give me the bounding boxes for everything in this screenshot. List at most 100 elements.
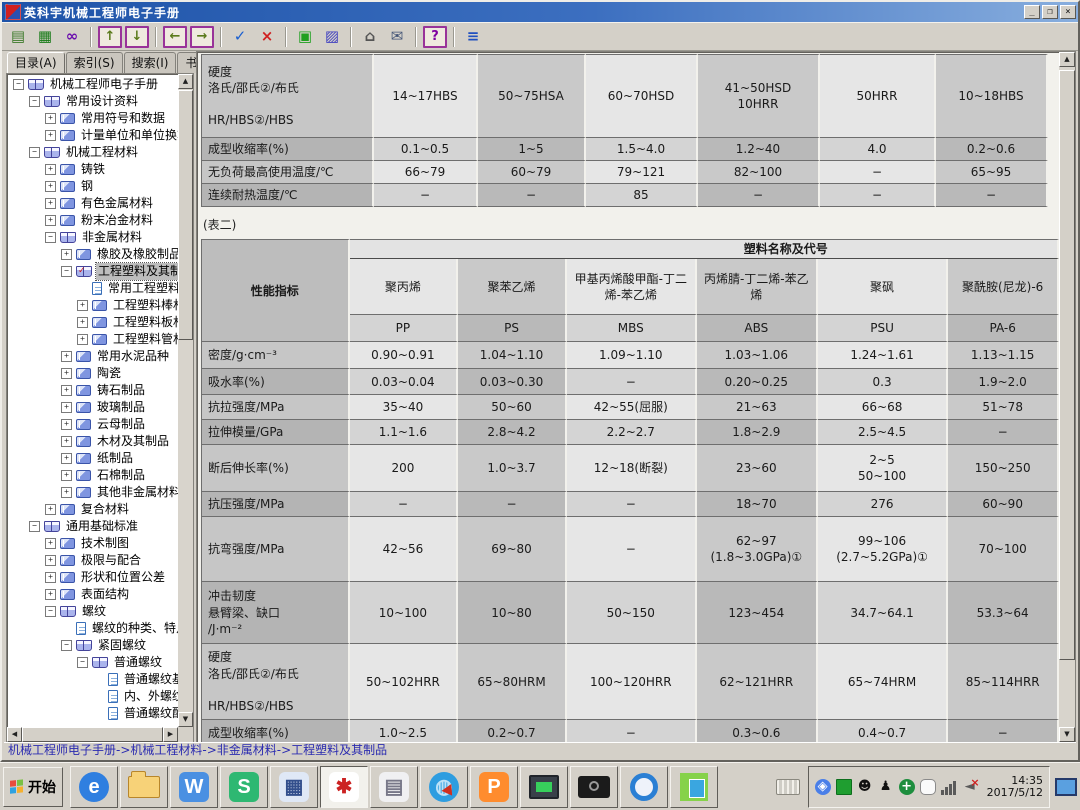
tree-item[interactable]: +常用符号和数据 xyxy=(9,110,178,127)
tree-item[interactable]: +铸石制品 xyxy=(9,382,178,399)
tab-contents[interactable]: 目录(A) xyxy=(7,52,65,74)
media-player-button[interactable] xyxy=(620,766,668,808)
options-list-icon[interactable]: ≡ xyxy=(461,26,485,47)
wps-spreadsheet-icon[interactable]: S xyxy=(229,772,259,802)
tree-vertical-scrollbar[interactable]: ▲ ▼ xyxy=(178,74,193,727)
tree-item[interactable]: 普通螺纹配合的 xyxy=(9,705,178,722)
expand-icon[interactable]: + xyxy=(61,368,72,379)
expand-icon[interactable]: + xyxy=(61,436,72,447)
handbook-app-button[interactable]: ✱ xyxy=(320,766,368,808)
tree-item[interactable]: +有色金属材料 xyxy=(9,195,178,212)
mouse-device-icon[interactable] xyxy=(920,779,936,795)
tree-item[interactable]: 普通螺纹基本牙 xyxy=(9,671,178,688)
wps-presentation-button[interactable]: P xyxy=(470,766,518,808)
tree-item[interactable]: +石棉制品 xyxy=(9,467,178,484)
wps-writer-icon[interactable]: W xyxy=(179,772,209,802)
back-icon[interactable]: ← xyxy=(163,26,187,48)
collapse-icon[interactable]: − xyxy=(61,266,72,277)
tree-item[interactable]: +常用水泥品种 xyxy=(9,348,178,365)
folder-explorer-button[interactable] xyxy=(120,766,168,808)
screenshot-tool-button[interactable] xyxy=(670,766,718,808)
expand-icon[interactable]: + xyxy=(61,453,72,464)
tree-item[interactable]: +陶瓷 xyxy=(9,365,178,382)
tree-item[interactable]: +形状和位置公差 xyxy=(9,569,178,586)
tree-item[interactable]: −机械工程材料 xyxy=(9,144,178,161)
expand-icon[interactable]: + xyxy=(45,504,56,515)
scroll-up-arrow-icon[interactable]: ▲ xyxy=(178,74,193,89)
tree-item[interactable]: +复合材料 xyxy=(9,501,178,518)
wps-writer-button[interactable]: W xyxy=(170,766,218,808)
tab-index[interactable]: 索引(S) xyxy=(66,52,123,73)
collapse-icon[interactable]: − xyxy=(29,96,40,107)
tree-item[interactable]: −通用基础标准 xyxy=(9,518,178,535)
expand-icon[interactable]: + xyxy=(61,402,72,413)
expand-icon[interactable]: + xyxy=(45,555,56,566)
tree-item[interactable]: 内、外螺纹公差 xyxy=(9,688,178,705)
tree-item[interactable]: +工程塑料板材及薄 xyxy=(9,314,178,331)
content-scroll-thumb[interactable] xyxy=(1059,70,1075,660)
scroll-left-arrow-icon[interactable]: ◀ xyxy=(7,727,22,742)
content-scroll-down-icon[interactable]: ▼ xyxy=(1059,727,1075,742)
tree-item[interactable]: +木材及其制品 xyxy=(9,433,178,450)
tree-item[interactable]: −非金属材料 xyxy=(9,229,178,246)
tray-clock[interactable]: 14:35 2017/5/12 xyxy=(987,775,1043,799)
tree-item[interactable]: +粉末冶金材料 xyxy=(9,212,178,229)
im-app-icon[interactable]: ◈ xyxy=(815,779,831,795)
handbook-app-icon[interactable]: ✱ xyxy=(329,772,359,802)
network-signal-icon[interactable] xyxy=(941,779,957,795)
tree-item[interactable]: +玻璃制品 xyxy=(9,399,178,416)
panda-app-icon[interactable]: ☻ xyxy=(857,779,873,795)
tree-item[interactable]: +云母制品 xyxy=(9,416,178,433)
scroll-up-icon[interactable]: ↑ xyxy=(98,26,122,48)
shield-antivirus-icon[interactable]: + xyxy=(899,779,915,795)
expand-icon[interactable]: + xyxy=(77,300,88,311)
remote-program-button[interactable] xyxy=(520,766,568,808)
expand-icon[interactable]: + xyxy=(61,385,72,396)
camera-button[interactable] xyxy=(570,766,618,808)
expand-icon[interactable]: + xyxy=(45,113,56,124)
tree-item[interactable]: −普通螺纹 xyxy=(9,654,178,671)
expand-icon[interactable]: + xyxy=(61,487,72,498)
tree-item[interactable]: +钢 xyxy=(9,178,178,195)
tree-item[interactable]: +极限与配合 xyxy=(9,552,178,569)
tree-item[interactable]: +纸制品 xyxy=(9,450,178,467)
expand-icon[interactable]: + xyxy=(77,334,88,345)
collapse-icon[interactable]: − xyxy=(29,147,40,158)
expand-icon[interactable]: + xyxy=(45,589,56,600)
tree-item[interactable]: −紧固螺纹 xyxy=(9,637,178,654)
collapse-icon[interactable]: − xyxy=(61,640,72,651)
expand-icon[interactable]: + xyxy=(45,181,56,192)
media-player-icon[interactable] xyxy=(630,773,658,801)
scroll-right-arrow-icon[interactable]: ▶ xyxy=(163,727,178,742)
expand-icon[interactable]: + xyxy=(77,317,88,328)
qq-penguin-icon[interactable]: ♟ xyxy=(878,779,894,795)
tree-item[interactable]: +橡胶及橡胶制品 xyxy=(9,246,178,263)
contents-book-icon[interactable]: ▦ xyxy=(33,26,57,47)
home-icon[interactable]: ⌂ xyxy=(358,26,382,47)
open-page-icon[interactable]: ▤ xyxy=(6,26,30,47)
camera-icon[interactable] xyxy=(578,776,610,798)
minimize-button[interactable]: _ xyxy=(1024,5,1040,19)
help-icon[interactable]: ? xyxy=(423,26,447,48)
volume-muted-icon[interactable]: ◄× xyxy=(962,779,978,795)
tree-horizontal-scrollbar[interactable]: ◀ ▶ xyxy=(7,727,178,742)
calculator-button[interactable]: ▦ xyxy=(270,766,318,808)
tree-item[interactable]: +铸铁 xyxy=(9,161,178,178)
clipboard-icon[interactable]: ▣ xyxy=(293,26,317,47)
collapse-icon[interactable]: − xyxy=(45,606,56,617)
notepad-button[interactable]: ▤ xyxy=(370,766,418,808)
collapse-icon[interactable]: − xyxy=(13,79,24,90)
expand-icon[interactable]: + xyxy=(45,538,56,549)
expand-icon[interactable]: + xyxy=(45,164,56,175)
tree-item[interactable]: 螺纹的种类、特点和应 xyxy=(9,620,178,637)
battery-icon[interactable] xyxy=(836,779,852,795)
search-binoculars-icon[interactable]: ∞ xyxy=(60,26,84,47)
keyboard-layout-icon[interactable] xyxy=(776,779,800,795)
tab-search[interactable]: 搜索(I) xyxy=(124,52,177,73)
remote-program-icon[interactable] xyxy=(529,775,559,799)
collapse-icon[interactable]: − xyxy=(29,521,40,532)
collapse-icon[interactable]: − xyxy=(45,232,56,243)
tree-scroll-thumb[interactable] xyxy=(178,90,193,340)
tree-item[interactable]: −工程塑料及其制品 xyxy=(9,263,178,280)
content-vertical-scrollbar[interactable]: ▲ ▼ xyxy=(1059,52,1075,742)
